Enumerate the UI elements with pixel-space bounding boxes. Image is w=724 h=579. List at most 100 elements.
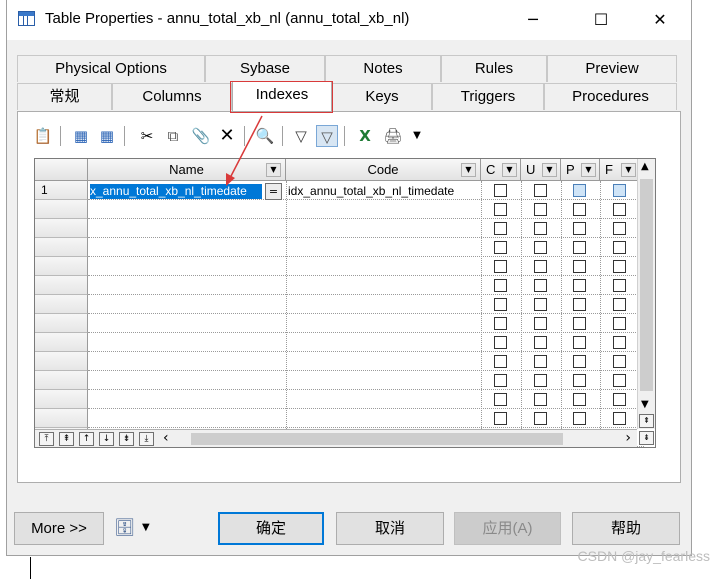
cancel-button[interactable]: 取消 <box>336 512 444 545</box>
f-checkbox[interactable] <box>613 184 626 197</box>
p-checkbox[interactable] <box>573 393 586 406</box>
tab-notes[interactable]: Notes <box>325 55 441 82</box>
u-checkbox[interactable] <box>534 355 547 368</box>
row-number[interactable] <box>35 390 88 409</box>
move-page-up-button[interactable]: ⇞ <box>59 432 74 446</box>
f-checkbox[interactable] <box>613 260 626 273</box>
row-number[interactable] <box>35 352 88 371</box>
c-checkbox[interactable] <box>494 203 507 216</box>
f-checkbox[interactable] <box>613 222 626 235</box>
minimize-button[interactable]: ─ <box>510 0 556 40</box>
row-number[interactable] <box>35 257 88 276</box>
close-button[interactable]: ✕ <box>637 0 683 40</box>
row-number[interactable] <box>35 295 88 314</box>
u-checkbox[interactable] <box>534 374 547 387</box>
copy-icon[interactable]: ⧉ <box>162 125 184 147</box>
f-checkbox[interactable] <box>613 412 626 425</box>
paste-icon[interactable]: 📎 <box>190 125 212 147</box>
column-header-name[interactable]: Name <box>88 159 286 181</box>
row-number[interactable] <box>35 276 88 295</box>
scroll-bottom-button[interactable]: ⇟ <box>639 431 654 445</box>
f-column-dropdown[interactable]: ▼ <box>621 163 636 177</box>
column-header-code[interactable]: Code <box>286 159 481 181</box>
index-name-cell[interactable]: x_annu_total_xb_nl_timedate <box>90 184 262 199</box>
scroll-down-icon[interactable]: ▼ <box>641 399 649 410</box>
p-checkbox[interactable] <box>573 279 586 292</box>
tab-keys[interactable]: Keys <box>332 83 432 110</box>
p-checkbox[interactable] <box>573 355 586 368</box>
move-first-button[interactable]: ⤒ <box>39 432 54 446</box>
c-checkbox[interactable] <box>494 298 507 311</box>
p-checkbox[interactable] <box>573 298 586 311</box>
p-checkbox[interactable] <box>573 241 586 254</box>
f-checkbox[interactable] <box>613 355 626 368</box>
tab-preview[interactable]: Preview <box>547 55 677 82</box>
database-icon[interactable]: 🗄 <box>114 518 136 538</box>
index-code-cell[interactable]: idx_annu_total_xb_nl_timedate <box>288 184 454 199</box>
c-checkbox[interactable] <box>494 374 507 387</box>
print-dropdown-icon[interactable]: ▼ <box>406 125 428 147</box>
p-column-dropdown[interactable]: ▼ <box>581 163 596 177</box>
f-checkbox[interactable] <box>613 317 626 330</box>
u-checkbox[interactable] <box>534 241 547 254</box>
move-down-button[interactable]: ↓ <box>99 432 114 446</box>
c-checkbox[interactable] <box>494 393 507 406</box>
c-checkbox[interactable] <box>494 260 507 273</box>
print-icon[interactable]: 🖨 <box>382 125 404 147</box>
help-button[interactable]: 帮助 <box>572 512 680 545</box>
tab-columns[interactable]: Columns <box>112 83 232 110</box>
row-number[interactable] <box>35 333 88 352</box>
move-last-button[interactable]: ⤓ <box>139 432 154 446</box>
p-checkbox[interactable] <box>573 260 586 273</box>
maximize-button[interactable]: ☐ <box>578 0 624 40</box>
row-number[interactable] <box>35 371 88 390</box>
u-checkbox[interactable] <box>534 412 547 425</box>
c-column-dropdown[interactable]: ▼ <box>502 163 517 177</box>
cut-icon[interactable]: ✂ <box>136 125 158 147</box>
row-number[interactable] <box>35 409 88 428</box>
tab-procedures[interactable]: Procedures <box>544 83 677 110</box>
tab-sybase[interactable]: Sybase <box>205 55 325 82</box>
c-checkbox[interactable] <box>494 222 507 235</box>
scroll-up-icon[interactable]: ▲ <box>641 161 649 172</box>
row-number[interactable] <box>35 219 88 238</box>
row-number[interactable] <box>35 314 88 333</box>
u-checkbox[interactable] <box>534 184 547 197</box>
scroll-top-button[interactable]: ⇞ <box>639 414 654 428</box>
p-checkbox[interactable] <box>573 374 586 387</box>
u-checkbox[interactable] <box>534 393 547 406</box>
p-checkbox[interactable] <box>573 203 586 216</box>
row-number[interactable] <box>35 238 88 257</box>
tab-physical-options[interactable]: Physical Options <box>17 55 205 82</box>
u-column-dropdown[interactable]: ▼ <box>542 163 557 177</box>
u-checkbox[interactable] <box>534 222 547 235</box>
u-checkbox[interactable] <box>534 279 547 292</box>
add-row-icon[interactable]: ▦ <box>70 125 92 147</box>
row-number[interactable] <box>35 200 88 219</box>
move-page-down-button[interactable]: ⇟ <box>119 432 134 446</box>
u-checkbox[interactable] <box>534 260 547 273</box>
f-checkbox[interactable] <box>613 241 626 254</box>
f-checkbox[interactable] <box>613 279 626 292</box>
scroll-left-icon[interactable]: ‹ <box>163 430 169 447</box>
u-checkbox[interactable] <box>534 298 547 311</box>
code-column-dropdown[interactable]: ▼ <box>461 163 476 177</box>
f-checkbox[interactable] <box>613 374 626 387</box>
filter-icon[interactable]: ▽ <box>290 125 312 147</box>
move-up-button[interactable]: ↑ <box>79 432 94 446</box>
excel-export-icon[interactable]: X <box>354 125 376 147</box>
row-number[interactable]: 1 <box>35 181 88 200</box>
database-dropdown-icon[interactable]: ▼ <box>142 522 150 533</box>
properties-icon[interactable]: 📋 <box>32 125 54 147</box>
index-properties-button[interactable]: = <box>265 183 282 200</box>
f-checkbox[interactable] <box>613 203 626 216</box>
vertical-scrollbar[interactable]: ▲ ▼ ⇞ ⇟ <box>637 159 655 445</box>
p-checkbox[interactable] <box>573 336 586 349</box>
u-checkbox[interactable] <box>534 203 547 216</box>
u-checkbox[interactable] <box>534 336 547 349</box>
p-checkbox[interactable] <box>573 412 586 425</box>
p-checkbox[interactable] <box>573 184 586 197</box>
more-button[interactable]: More >> <box>14 512 104 545</box>
horizontal-scrollbar[interactable]: › <box>179 429 637 447</box>
f-checkbox[interactable] <box>613 336 626 349</box>
